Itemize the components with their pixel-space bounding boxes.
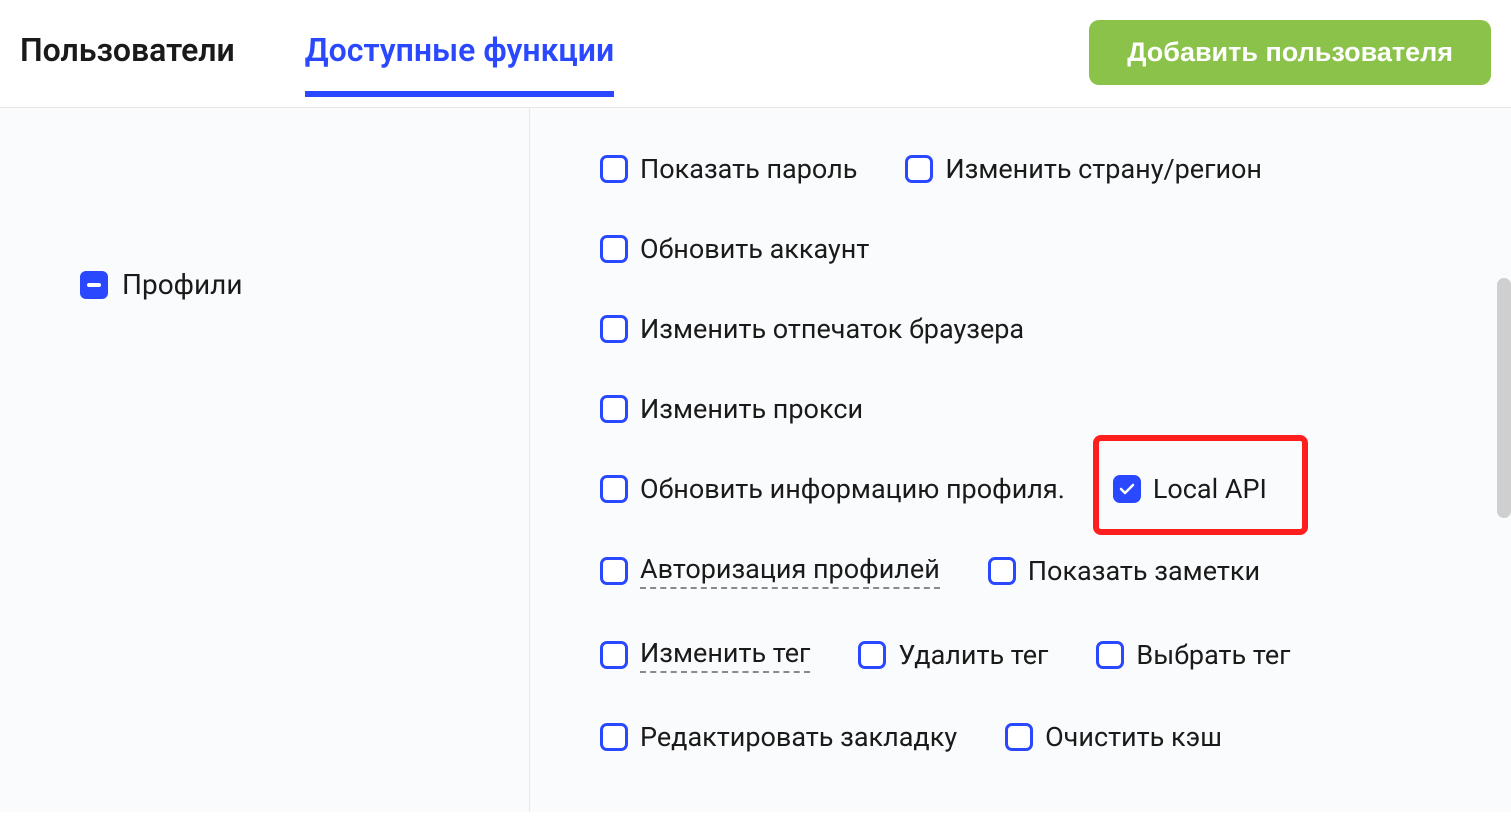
checkbox-edit-bookmark[interactable]: Редактировать закладку xyxy=(600,721,957,753)
header: Пользователи Доступные функции Добавить … xyxy=(0,0,1511,108)
checkbox-select-tag[interactable]: Выбрать тег xyxy=(1096,637,1290,673)
checkbox-icon[interactable] xyxy=(600,557,628,585)
checkbox-change-country[interactable]: Изменить страну/регион xyxy=(905,153,1262,185)
checkbox-row: Авторизация профилей Показать заметки xyxy=(600,553,1481,589)
checkbox-delete-tag[interactable]: Удалить тег xyxy=(858,637,1048,673)
checkbox-label: Изменить тег xyxy=(640,637,810,673)
checkbox-label: Изменить прокси xyxy=(640,393,863,425)
checkbox-icon[interactable] xyxy=(1113,475,1141,503)
checkbox-icon[interactable] xyxy=(600,475,628,503)
checkbox-list: Показать пароль Изменить страну/регион О… xyxy=(600,153,1481,753)
content: Профили Показать пароль Изменить страну/… xyxy=(0,108,1511,812)
checkbox-local-api[interactable]: Local API xyxy=(1113,473,1267,505)
checkbox-change-fingerprint[interactable]: Изменить отпечаток браузера xyxy=(600,313,1024,345)
checkbox-change-proxy[interactable]: Изменить прокси xyxy=(600,393,863,425)
category-label: Профили xyxy=(122,268,243,301)
checkbox-update-profile-info[interactable]: Обновить информацию профиля. xyxy=(600,473,1065,505)
checkbox-label: Удалить тег xyxy=(898,639,1048,671)
checkbox-icon[interactable] xyxy=(600,235,628,263)
checkbox-row: Изменить прокси xyxy=(600,393,1481,425)
checkbox-show-password[interactable]: Показать пароль xyxy=(600,153,857,185)
checkbox-icon[interactable] xyxy=(600,395,628,423)
checkbox-row: Изменить отпечаток браузера xyxy=(600,313,1481,345)
checkbox-icon[interactable] xyxy=(1096,641,1124,669)
checkbox-icon[interactable] xyxy=(600,723,628,751)
checkbox-change-tag[interactable]: Изменить тег xyxy=(600,637,810,673)
checkbox-icon[interactable] xyxy=(600,315,628,343)
checkbox-row: Показать пароль Изменить страну/регион xyxy=(600,153,1481,185)
checkbox-icon[interactable] xyxy=(988,557,1016,585)
checkbox-icon[interactable] xyxy=(1005,723,1033,751)
checkbox-label: Обновить аккаунт xyxy=(640,233,869,265)
tabs-container: Пользователи Доступные функции xyxy=(20,31,614,97)
checkbox-icon[interactable] xyxy=(600,641,628,669)
checkbox-label: Очистить кэш xyxy=(1045,721,1222,753)
checkbox-label: Редактировать закладку xyxy=(640,721,957,753)
tab-functions[interactable]: Доступные функции xyxy=(305,31,614,97)
checkbox-update-account[interactable]: Обновить аккаунт xyxy=(600,233,869,265)
checkbox-label: Показать пароль xyxy=(640,153,857,185)
checkbox-label: Изменить страну/регион xyxy=(945,153,1262,185)
scrollbar[interactable] xyxy=(1497,278,1511,518)
indeterminate-checkbox-icon[interactable] xyxy=(80,271,108,299)
checkbox-label: Авторизация профилей xyxy=(640,553,940,589)
checkbox-show-notes[interactable]: Показать заметки xyxy=(988,553,1260,589)
checkbox-label: Показать заметки xyxy=(1028,555,1260,587)
checkbox-icon[interactable] xyxy=(905,155,933,183)
add-user-button[interactable]: Добавить пользователя xyxy=(1089,20,1491,85)
checkbox-icon[interactable] xyxy=(600,155,628,183)
checkbox-row: Изменить тег Удалить тег Выбрать тег xyxy=(600,637,1481,673)
category-profiles[interactable]: Профили xyxy=(80,268,529,301)
checkbox-label: Изменить отпечаток браузера xyxy=(640,313,1024,345)
main-panel: Показать пароль Изменить страну/регион О… xyxy=(530,108,1511,812)
checkbox-label: Local API xyxy=(1153,473,1267,505)
sidebar: Профили xyxy=(0,108,530,812)
checkbox-label: Выбрать тег xyxy=(1136,639,1290,671)
checkbox-row: Обновить аккаунт xyxy=(600,233,1481,265)
checkbox-row: Редактировать закладку Очистить кэш xyxy=(600,721,1481,753)
checkbox-clear-cache[interactable]: Очистить кэш xyxy=(1005,721,1222,753)
checkbox-icon[interactable] xyxy=(858,641,886,669)
checkbox-auth-profiles[interactable]: Авторизация профилей xyxy=(600,553,940,589)
tab-users[interactable]: Пользователи xyxy=(20,31,235,97)
checkbox-label: Обновить информацию профиля. xyxy=(640,473,1065,505)
checkbox-row: Обновить информацию профиля. Local API xyxy=(600,473,1481,505)
